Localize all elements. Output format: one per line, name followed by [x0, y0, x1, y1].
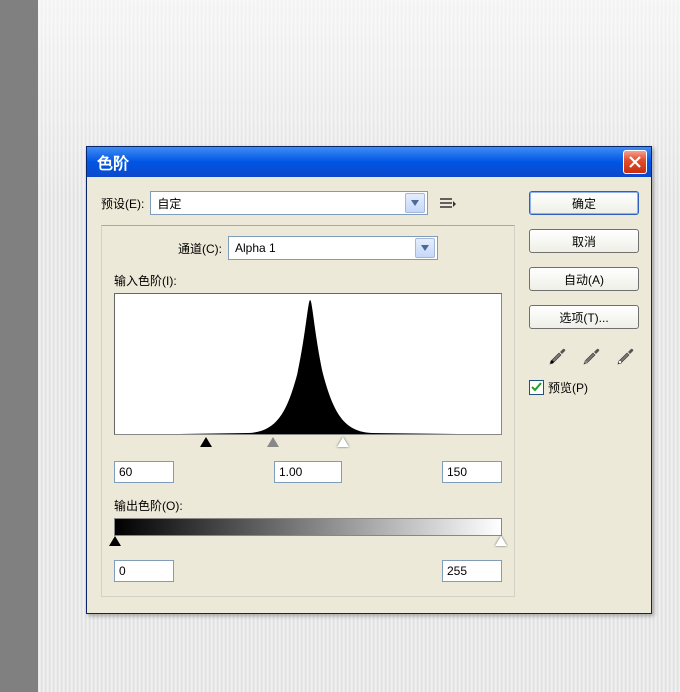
histogram	[114, 293, 502, 435]
chevron-down-icon	[415, 238, 435, 258]
input-black-field[interactable]	[114, 461, 174, 483]
options-button[interactable]: 选项(T)...	[529, 305, 639, 329]
input-levels-label: 输入色阶(I):	[114, 274, 177, 288]
auto-button[interactable]: 自动(A)	[529, 267, 639, 291]
input-black-slider[interactable]	[200, 437, 212, 447]
output-black-slider[interactable]	[109, 536, 121, 546]
input-gamma-field[interactable]	[274, 461, 342, 483]
output-gradient	[114, 518, 502, 536]
eyedropper-icon	[581, 343, 603, 365]
dialog-title: 色阶	[97, 150, 623, 174]
preset-menu-icon[interactable]	[438, 196, 456, 210]
input-values-row	[114, 461, 502, 483]
preset-label: 预设(E):	[101, 195, 144, 212]
preset-value: 自定	[157, 195, 405, 212]
eyedropper-icon	[615, 343, 637, 365]
preset-row: 预设(E): 自定	[101, 191, 515, 215]
output-levels-label: 输出色阶(O):	[114, 497, 502, 514]
preview-row: 预览(P)	[529, 379, 639, 396]
channel-select[interactable]: Alpha 1	[228, 236, 438, 260]
eyedropper-white[interactable]	[613, 343, 639, 365]
levels-fieldset: 通道(C): Alpha 1 输入色阶(I):	[101, 225, 515, 597]
histogram-chart	[115, 294, 501, 434]
input-white-field[interactable]	[442, 461, 502, 483]
right-column: 确定 取消 自动(A) 选项(T)...	[529, 191, 639, 597]
preview-checkbox[interactable]	[529, 380, 544, 395]
output-white-slider[interactable]	[495, 536, 507, 546]
input-white-slider[interactable]	[337, 437, 349, 447]
check-icon	[531, 382, 542, 393]
output-white-field[interactable]	[442, 560, 502, 582]
dialog-body: 预设(E): 自定 通道(C): A	[87, 177, 651, 613]
eyedropper-icon	[547, 343, 569, 365]
preview-label: 预览(P)	[548, 379, 588, 396]
input-slider-track	[115, 437, 501, 451]
output-black-field[interactable]	[114, 560, 174, 582]
eyedropper-black[interactable]	[545, 343, 571, 365]
left-column: 预设(E): 自定 通道(C): A	[101, 191, 515, 597]
channel-label: 通道(C):	[178, 240, 222, 257]
input-gamma-slider[interactable]	[267, 437, 279, 447]
channel-row: 通道(C): Alpha 1	[114, 236, 502, 260]
levels-dialog: 色阶 预设(E): 自定	[86, 146, 652, 614]
chevron-down-icon	[405, 193, 425, 213]
output-slider-track	[115, 536, 501, 550]
preset-select[interactable]: 自定	[150, 191, 428, 215]
close-button[interactable]	[623, 150, 647, 174]
ok-button[interactable]: 确定	[529, 191, 639, 215]
titlebar[interactable]: 色阶	[87, 147, 651, 177]
output-values-row	[114, 560, 502, 582]
eyedropper-gray[interactable]	[579, 343, 605, 365]
close-icon	[628, 155, 642, 169]
channel-value: Alpha 1	[235, 241, 415, 255]
cancel-button[interactable]: 取消	[529, 229, 639, 253]
eyedropper-row	[529, 343, 639, 365]
